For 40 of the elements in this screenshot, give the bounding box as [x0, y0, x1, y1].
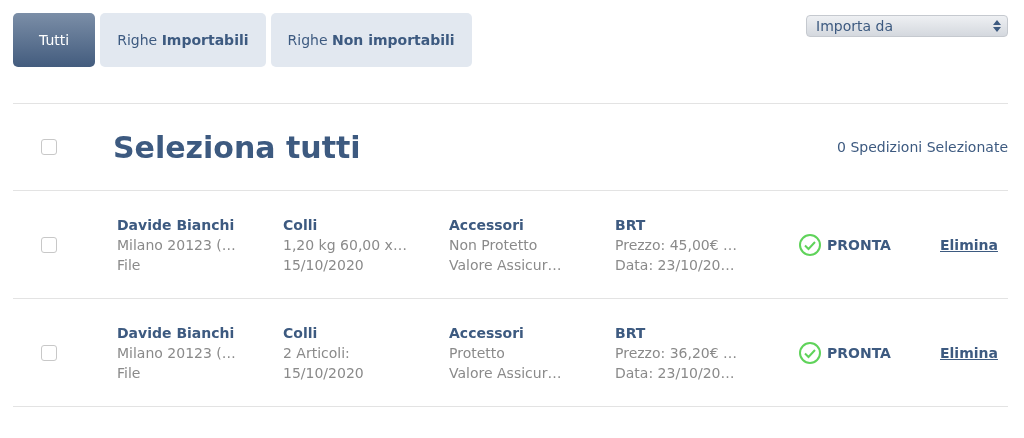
- check-circle-icon: [799, 341, 821, 364]
- row-checkbox[interactable]: [41, 236, 57, 253]
- column-text: 15/10/2020: [283, 256, 365, 273]
- column-text: Non Protetto: [449, 236, 539, 253]
- column-text: File: [117, 364, 142, 381]
- filter-tab[interactable]: Righe Importabili: [100, 13, 266, 67]
- column-text: Milano 20123 (…: [117, 344, 237, 361]
- selected-count: 0 Spedizioni Selezionate: [837, 139, 1008, 155]
- status-label: PRONTA: [827, 236, 891, 253]
- column-text: 2 Articoli:: [283, 344, 351, 361]
- column-title: Colli: [283, 216, 319, 233]
- column-text: Valore Assicur…: [449, 256, 563, 273]
- check-circle-icon: [799, 233, 821, 256]
- column-text: 1,20 kg 60,00 x…: [283, 236, 408, 253]
- row-checkbox[interactable]: [41, 344, 57, 361]
- select-all-checkbox[interactable]: [41, 139, 57, 155]
- column-title: Accessori: [449, 216, 525, 233]
- column-title: Davide Bianchi: [117, 324, 236, 341]
- delete-link[interactable]: Elimina: [940, 236, 998, 253]
- column-text: Milano 20123 (…: [117, 236, 237, 253]
- filter-tab[interactable]: Righe Non importabili: [270, 13, 472, 67]
- import-select[interactable]: Importa da: [806, 15, 1008, 37]
- column-title: BRT: [615, 216, 647, 233]
- status-label: PRONTA: [827, 344, 891, 361]
- column-text: Data: 23/10/20…: [615, 364, 736, 381]
- select-all-title: Seleziona tutti: [113, 129, 362, 165]
- filter-tab[interactable]: Tutti: [13, 13, 96, 67]
- column-text: File: [117, 256, 142, 273]
- column-title: BRT: [615, 324, 647, 341]
- delete-link[interactable]: Elimina: [940, 344, 998, 361]
- column-text: Data: 23/10/20…: [615, 256, 736, 273]
- column-text: Prezzo: 45,00€ …: [615, 236, 739, 253]
- column-text: Protetto: [449, 344, 506, 361]
- updown-icon: [993, 20, 1001, 32]
- column-title: Colli: [283, 324, 319, 341]
- column-text: Valore Assicur…: [449, 364, 563, 381]
- column-title: Davide Bianchi: [117, 216, 236, 233]
- column-text: 15/10/2020: [283, 364, 365, 381]
- column-text: Prezzo: 36,20€ …: [615, 344, 739, 361]
- column-title: Accessori: [449, 324, 525, 341]
